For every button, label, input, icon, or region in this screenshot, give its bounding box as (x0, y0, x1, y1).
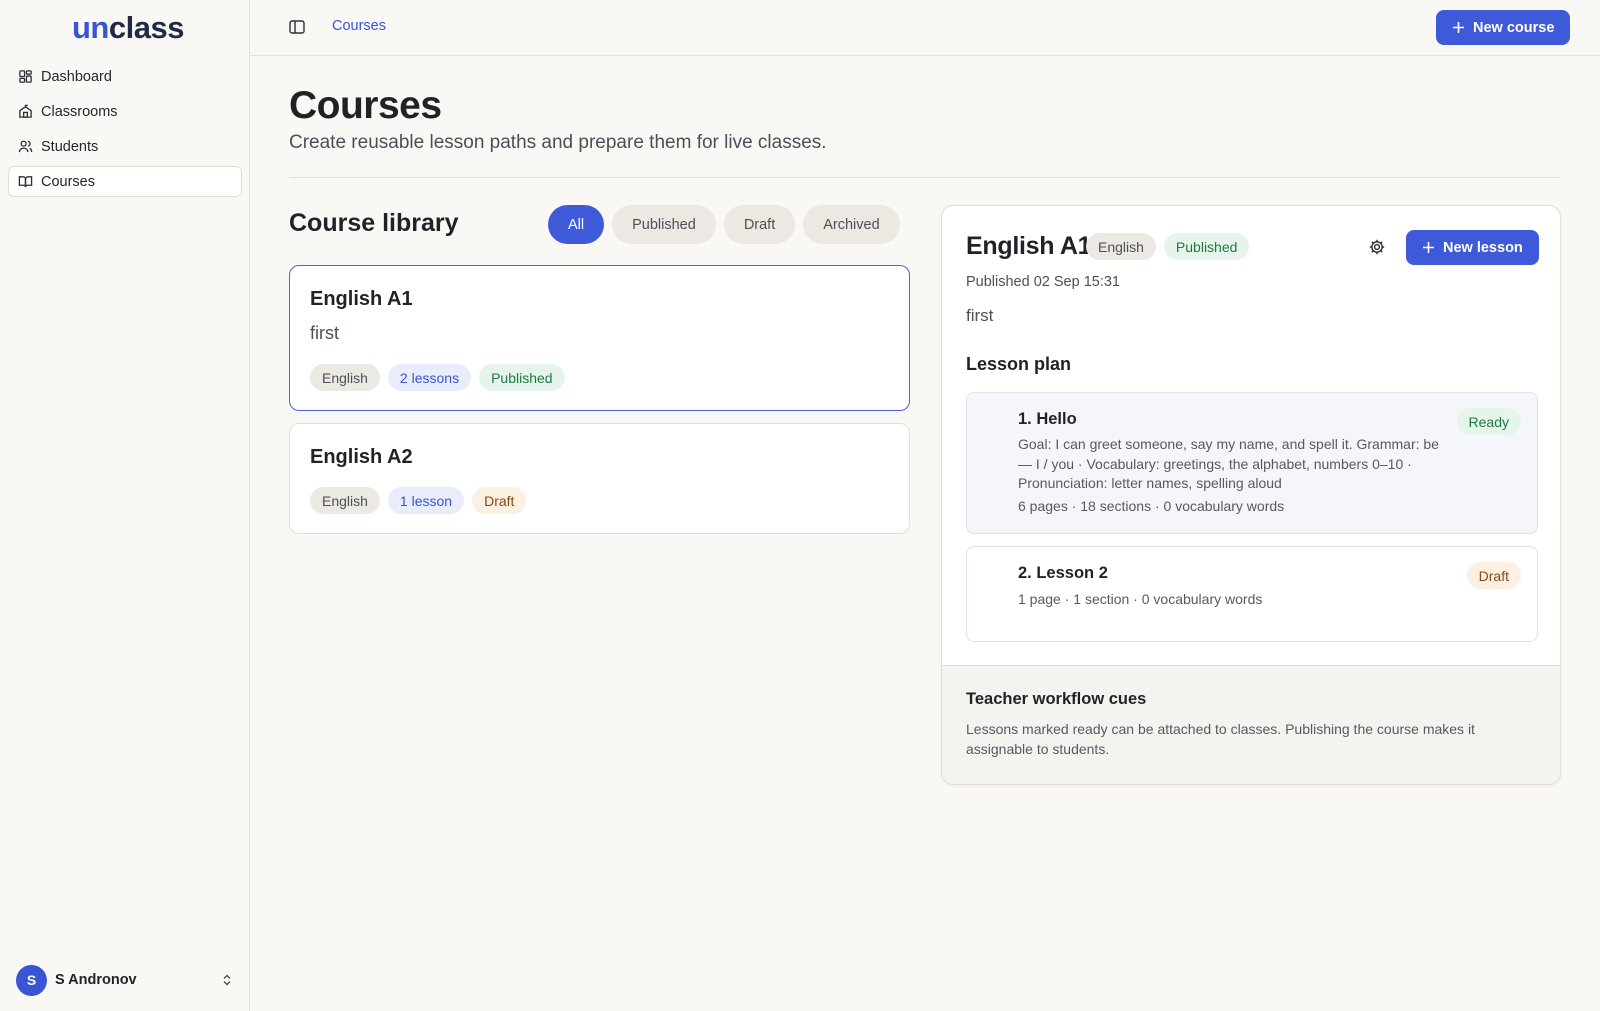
lesson-card-1[interactable]: 1. Hello Goal: I can greet someone, say … (966, 392, 1538, 534)
course-detail-panel: English A1 English Published New lesson … (941, 205, 1561, 785)
user-menu[interactable]: S S Andronov (16, 964, 234, 996)
course-name: English A1 (310, 288, 413, 310)
status-badge: Ready (1456, 408, 1521, 435)
sidebar-item-dashboard[interactable]: Dashboard (8, 61, 242, 92)
filter-draft[interactable]: Draft (723, 205, 796, 244)
book-icon (18, 176, 33, 188)
status-badge: Draft (1466, 562, 1521, 589)
divider (289, 177, 1561, 178)
status-badge: Published (479, 364, 565, 391)
lesson-count-badge: 2 lessons (387, 364, 472, 391)
library-title: Course library (289, 209, 459, 237)
lesson-title: 1. Hello (1018, 410, 1077, 428)
plus-icon (1453, 22, 1464, 33)
page-title: Courses (289, 84, 442, 127)
user-name: S Andronov (55, 972, 137, 988)
sidebar-item-label: Dashboard (41, 68, 112, 85)
page-subtitle: Create reusable lesson paths and prepare… (289, 132, 827, 153)
lesson-count-badge: 1 lesson (387, 487, 465, 514)
new-lesson-button[interactable]: New lesson (1406, 230, 1539, 265)
sidebar-toggle-icon[interactable] (288, 18, 306, 36)
language-badge: English (1086, 233, 1156, 260)
course-tags: English 2 lessons Published (310, 364, 565, 391)
detail-title: English A1 (966, 232, 1092, 260)
plus-icon (1423, 242, 1434, 253)
cues-title: Teacher workflow cues (966, 690, 1147, 708)
breadcrumb[interactable]: Courses (332, 18, 386, 34)
top-bar: Courses New course (250, 0, 1600, 56)
detail-tags: English Published (1086, 233, 1250, 260)
sidebar-item-label: Courses (41, 173, 95, 190)
sidebar-item-courses[interactable]: Courses (8, 166, 242, 197)
course-description: first (310, 323, 339, 343)
new-course-button[interactable]: New course (1436, 10, 1571, 45)
filter-archived[interactable]: Archived (803, 205, 900, 244)
published-timestamp: Published 02 Sep 15:31 (966, 274, 1120, 290)
status-badge: Draft (472, 487, 527, 514)
dashboard-icon (19, 70, 32, 83)
course-card-english-a2[interactable]: English A2 English 1 lesson Draft (289, 423, 910, 534)
sidebar-item-label: Classrooms (41, 103, 118, 120)
course-tags: English 1 lesson Draft (310, 487, 527, 514)
students-icon (18, 140, 33, 153)
filter-all[interactable]: All (548, 205, 605, 244)
language-badge: English (310, 364, 380, 391)
lesson-plan-title: Lesson plan (966, 354, 1072, 374)
status-badge: Published (1163, 233, 1250, 260)
avatar: S (16, 964, 47, 996)
detail-description: first (966, 306, 994, 325)
language-badge: English (310, 487, 380, 514)
course-name: English A2 (310, 446, 413, 468)
filter-tabs: All Published Draft Archived (548, 205, 900, 244)
app-logo[interactable]: unclass (72, 10, 184, 46)
cues-text: Lessons marked ready can be attached to … (966, 721, 1475, 757)
workflow-cues: Teacher workflow cues Lessons marked rea… (942, 665, 1560, 784)
course-card-english-a1[interactable]: English A1 first English 2 lessons Publi… (289, 265, 910, 411)
sidebar-nav: Dashboard Classrooms Students Courses (8, 61, 242, 201)
sidebar-item-classrooms[interactable]: Classrooms (8, 96, 242, 127)
lesson-card-2[interactable]: 2. Lesson 2 1 page · 1 section · 0 vocab… (966, 546, 1538, 642)
filter-published[interactable]: Published (612, 205, 716, 244)
classroom-icon (19, 104, 32, 118)
lesson-title: 2. Lesson 2 (1018, 564, 1108, 582)
lesson-meta: 6 pages · 18 sections · 0 vocabulary wor… (1018, 498, 1285, 514)
sidebar: unclass Dashboard Classrooms Students Co… (0, 0, 250, 1011)
lesson-meta: 1 page · 1 section · 0 vocabulary words (1018, 591, 1263, 607)
gear-icon[interactable] (1368, 238, 1386, 256)
chevron-up-down-icon (223, 974, 231, 986)
sidebar-item-label: Students (41, 138, 99, 155)
lesson-goal: Goal: I can greet someone, say my name, … (1018, 436, 1439, 491)
sidebar-item-students[interactable]: Students (8, 131, 242, 162)
